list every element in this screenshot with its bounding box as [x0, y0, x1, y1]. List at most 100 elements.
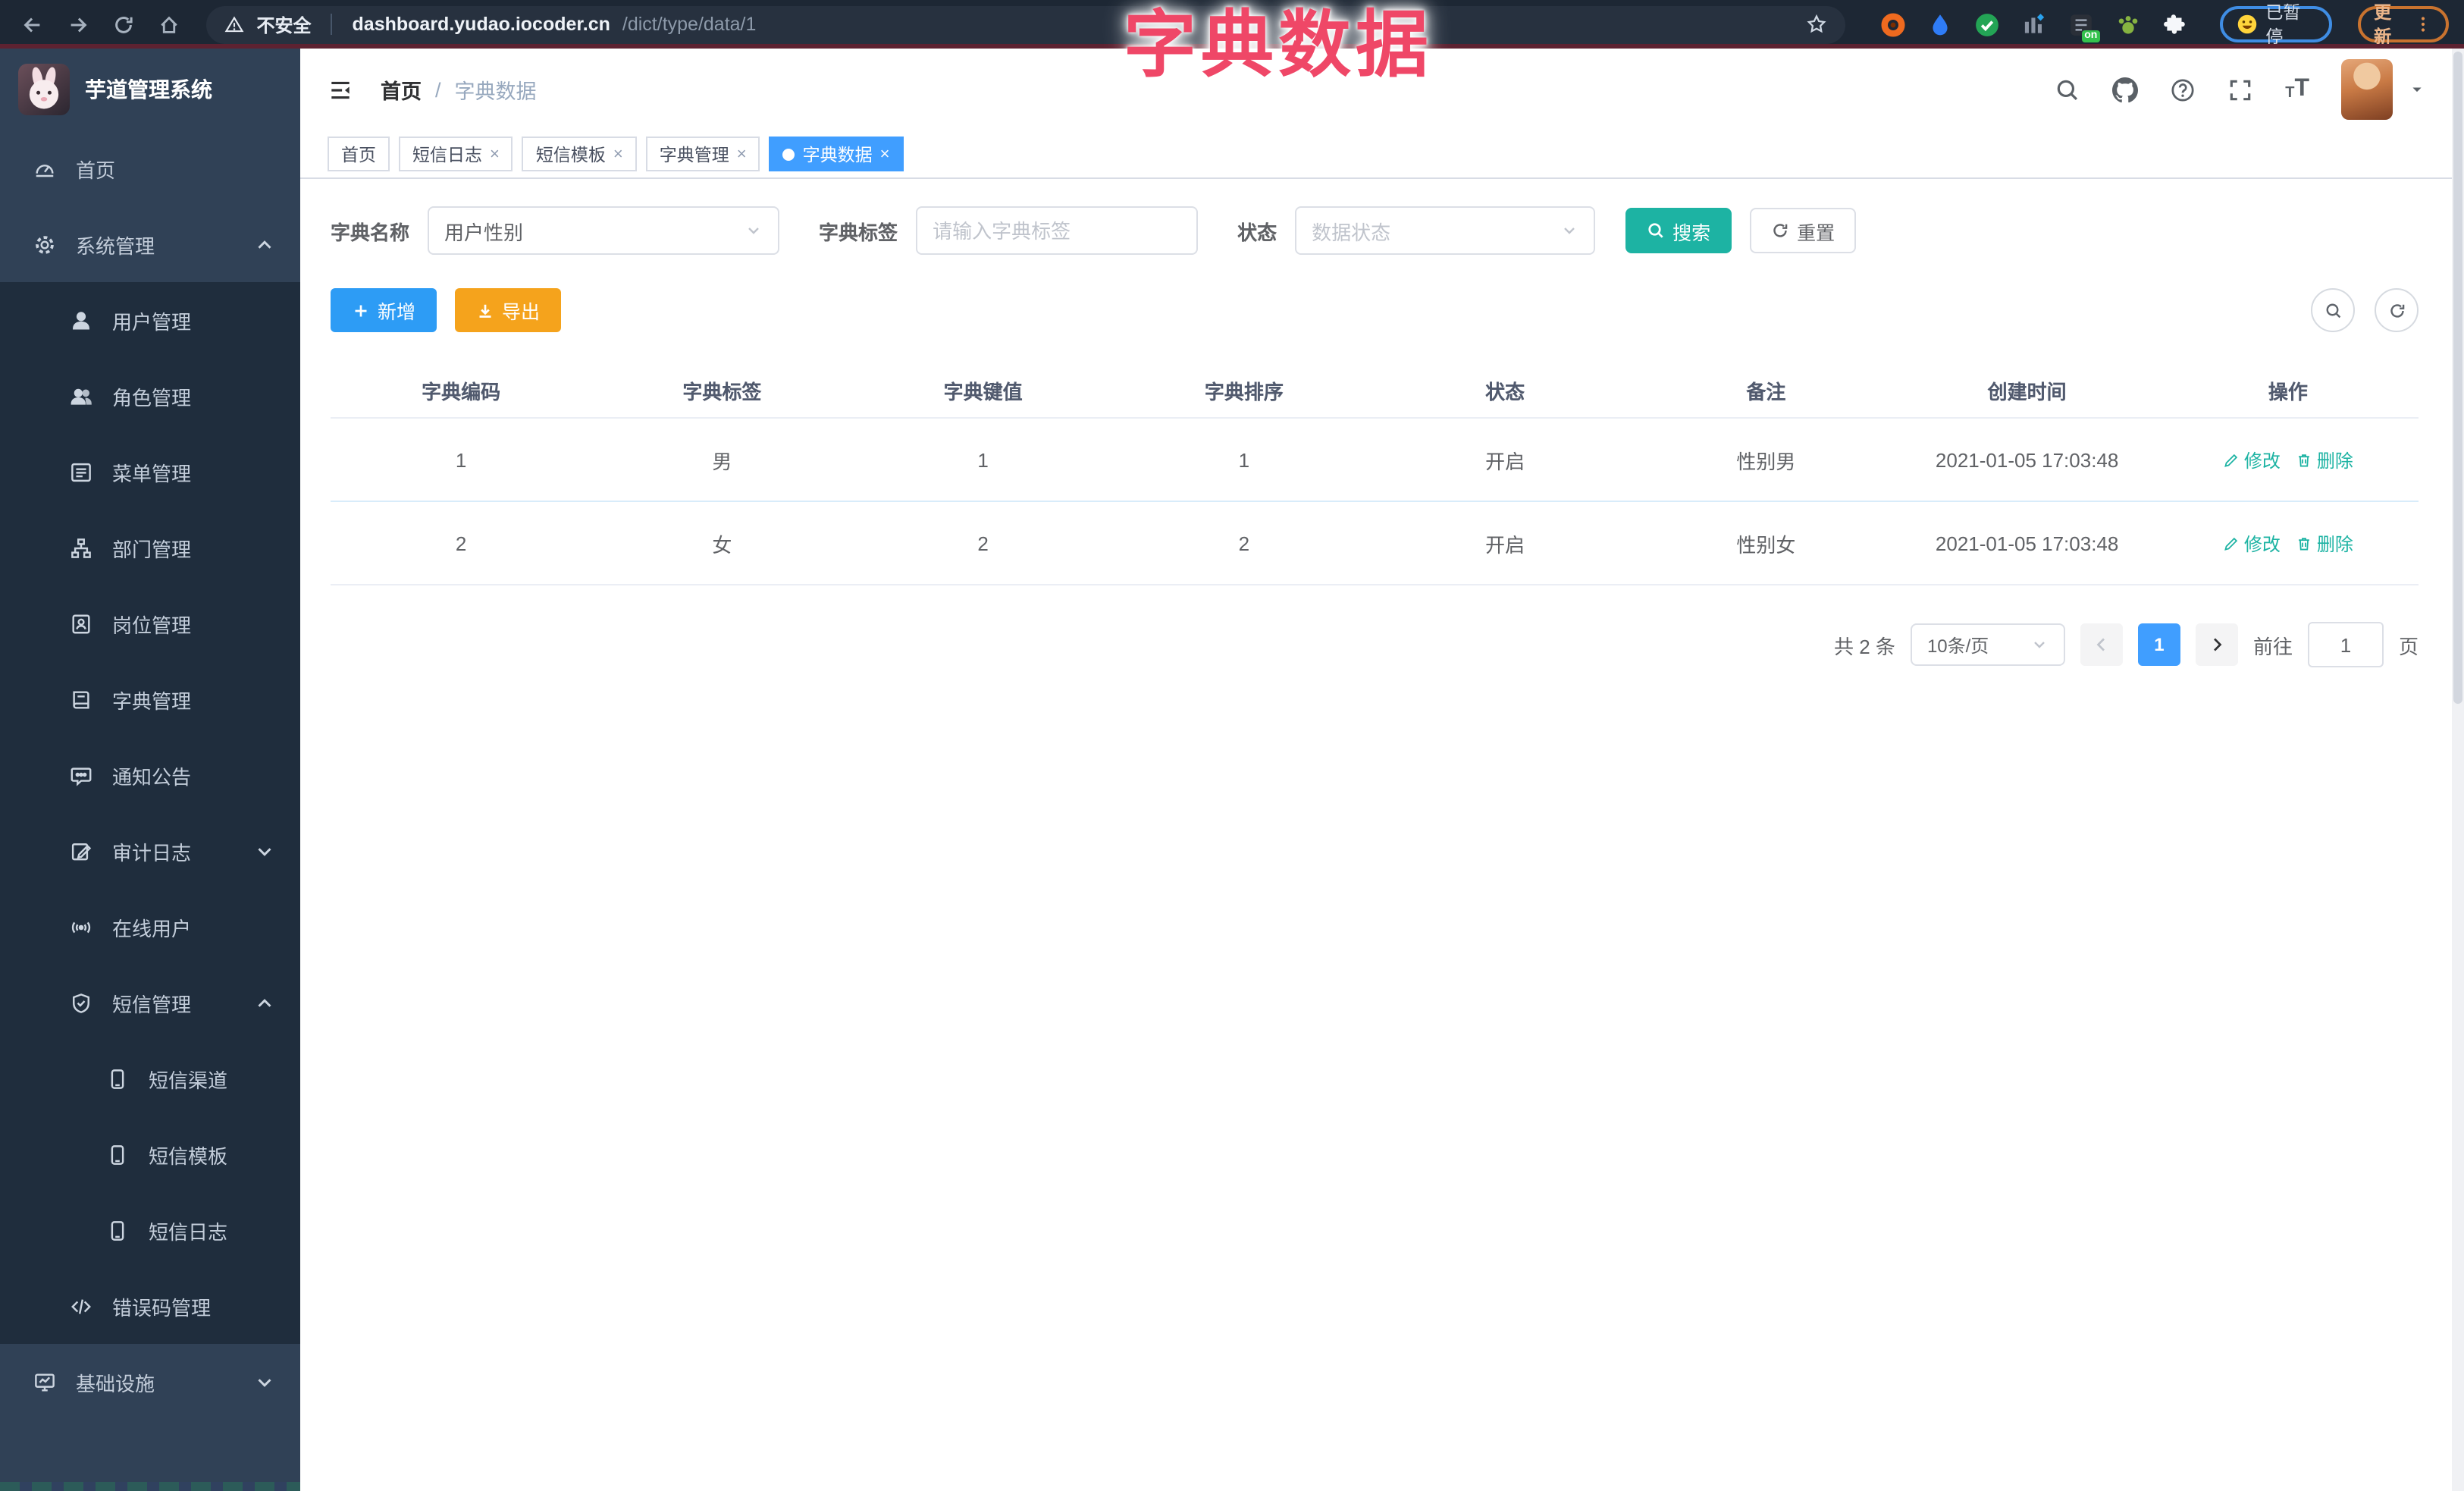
sidebar-item-sms-log[interactable]: 短信日志: [0, 1192, 300, 1268]
tab-dict-management[interactable]: 字典管理 ×: [645, 137, 760, 171]
browser-forward-icon[interactable]: [61, 6, 96, 42]
emoji-face-icon: [2237, 14, 2258, 35]
table-cell: 1: [455, 448, 467, 471]
tab-home[interactable]: 首页: [328, 137, 390, 171]
add-button[interactable]: 新增: [331, 288, 437, 332]
goto-page-input[interactable]: [2307, 622, 2384, 667]
sidebar-item-menu-management[interactable]: 菜单管理: [0, 434, 300, 510]
paused-label: 已暂停: [2265, 5, 2301, 47]
table-mini-tools: [2311, 288, 2419, 332]
sidebar-item-error-code-management[interactable]: 错误码管理: [0, 1268, 300, 1344]
delete-link-label: 删除: [2316, 450, 2353, 471]
tab-close-icon[interactable]: ×: [613, 145, 623, 163]
ext-green-paw-icon[interactable]: [2115, 11, 2141, 37]
tags-view-bar: 首页 短信日志 × 短信模板 × 字典管理 × 字典数据 ×: [300, 130, 2452, 179]
table-cell: 女: [712, 533, 732, 556]
dict-label-input[interactable]: [916, 206, 1199, 255]
table-row: 2 女 2 2 开启 性别女 2021-01-05 17:03:48 修改 删除: [331, 502, 2419, 585]
sidebar-item-sms-template[interactable]: 短信模板: [0, 1116, 300, 1192]
search-icon[interactable]: [2055, 77, 2080, 102]
tab-dict-data[interactable]: 字典数据 ×: [769, 137, 904, 171]
tab-close-icon[interactable]: ×: [880, 145, 890, 163]
chevron-up-icon: [253, 991, 276, 1014]
download-icon: [476, 301, 494, 319]
security-label[interactable]: 不安全: [257, 11, 312, 37]
edit-link[interactable]: 修改: [2223, 530, 2281, 556]
chevron-down-icon: [253, 840, 276, 862]
code-icon: [70, 1295, 92, 1317]
tab-sms-template[interactable]: 短信模板 ×: [522, 137, 637, 171]
bookmark-star-icon[interactable]: [1806, 14, 1827, 35]
refresh-table-button[interactable]: [2375, 288, 2419, 332]
table-cell: 性别男: [1736, 450, 1796, 472]
next-page-button[interactable]: [2195, 623, 2238, 666]
sidebar-item-role-management[interactable]: 角色管理: [0, 358, 300, 434]
sidebar-item-dept-management[interactable]: 部门管理: [0, 510, 300, 585]
edit-link[interactable]: 修改: [2223, 447, 2281, 472]
avatar-caret-down-icon[interactable]: [2409, 82, 2425, 97]
sidebar-item-home[interactable]: 首页: [0, 130, 300, 206]
chrome-update-button[interactable]: 更新: [2357, 5, 2450, 47]
user-avatar[interactable]: [2341, 59, 2393, 120]
page-size-select[interactable]: 10条/页: [1910, 623, 2065, 666]
dict-name-select[interactable]: 用户性别: [428, 206, 780, 255]
delete-icon: [2296, 451, 2312, 468]
toggle-search-button[interactable]: [2311, 288, 2355, 332]
sidebar-item-sms-management[interactable]: 短信管理: [0, 965, 300, 1041]
browser-reload-icon[interactable]: [106, 6, 141, 42]
scrollbar-thumb[interactable]: [2453, 52, 2462, 704]
export-button[interactable]: 导出: [455, 288, 562, 332]
extension-on-badge: on: [2081, 30, 2101, 42]
tab-sms-log[interactable]: 短信日志 ×: [399, 137, 513, 171]
status-select[interactable]: 数据状态: [1295, 206, 1596, 255]
github-icon[interactable]: [2112, 77, 2139, 102]
sidebar-item-post-management[interactable]: 岗位管理: [0, 585, 300, 661]
sidebar-item-infrastructure[interactable]: 基础设施: [0, 1344, 300, 1420]
delete-link[interactable]: 删除: [2296, 530, 2353, 556]
sidebar-item-dict-management[interactable]: 字典管理: [0, 661, 300, 737]
tab-close-icon[interactable]: ×: [490, 145, 500, 163]
ext-slate-bars-icon[interactable]: [2021, 11, 2047, 37]
hamburger-icon[interactable]: [328, 77, 353, 102]
address-bar[interactable]: 不安全 dashboard.yudao.iocoder.cn /dict/typ…: [206, 5, 1846, 43]
table-body: 1 男 1 1 开启 性别男 2021-01-05 17:03:48 修改 删除 2 女 2 2 开启 性别…: [331, 419, 2419, 585]
home-icon: [158, 13, 180, 36]
ext-green-check-icon[interactable]: [1974, 11, 2000, 37]
sidebar-item-system-management[interactable]: 系统管理: [0, 206, 300, 282]
browser-home-icon[interactable]: [152, 6, 187, 42]
column-header: 字典编码: [422, 380, 501, 403]
paused-extension-chip[interactable]: 已暂停: [2220, 5, 2332, 47]
ext-puzzle-icon[interactable]: [2162, 11, 2188, 37]
ext-orange-ring-icon[interactable]: [1880, 11, 1906, 37]
sidebar-item-notice-announcement[interactable]: 通知公告: [0, 737, 300, 813]
fullscreen-icon[interactable]: [2227, 77, 2253, 102]
tab-close-icon[interactable]: ×: [737, 145, 747, 163]
sidebar-item-label: 通知公告: [112, 765, 192, 788]
dictionary-icon: [70, 688, 92, 711]
search-button[interactable]: 搜索: [1625, 208, 1732, 253]
sidebar-item-audit-log[interactable]: 审计日志: [0, 813, 300, 889]
browser-back-icon[interactable]: [15, 6, 50, 42]
sidebar-item-sms-channel[interactable]: 短信渠道: [0, 1041, 300, 1116]
breadcrumb-home[interactable]: 首页: [381, 74, 422, 105]
sidebar-logo[interactable]: 芋道管理系统: [0, 49, 300, 130]
browser-menu-dots-icon[interactable]: [2414, 15, 2432, 33]
prev-page-button[interactable]: [2080, 623, 2123, 666]
user-icon: [70, 309, 92, 331]
screenshot-root: 不安全 dashboard.yudao.iocoder.cn /dict/typ…: [0, 0, 2464, 1491]
reset-button[interactable]: 重置: [1750, 208, 1857, 253]
sidebar-item-label: 在线用户: [112, 917, 192, 940]
ext-dark-on-icon[interactable]: on: [2068, 11, 2101, 42]
sidebar-item-label: 字典管理: [112, 689, 192, 712]
delete-link[interactable]: 删除: [2296, 447, 2353, 472]
ext-blue-drop-icon[interactable]: [1927, 11, 1953, 37]
sidebar-item-online-users[interactable]: 在线用户: [0, 889, 300, 965]
current-page-button[interactable]: 1: [2137, 623, 2180, 666]
chevron-left-icon: [2093, 636, 2111, 654]
tab-label: 短信日志: [412, 146, 482, 165]
page-scrollbar[interactable]: [2452, 49, 2464, 1491]
font-size-icon[interactable]: TT: [2285, 77, 2309, 102]
dict-name-label: 字典名称: [331, 221, 410, 243]
help-icon[interactable]: [2170, 77, 2196, 102]
sidebar-item-user-management[interactable]: 用户管理: [0, 282, 300, 358]
